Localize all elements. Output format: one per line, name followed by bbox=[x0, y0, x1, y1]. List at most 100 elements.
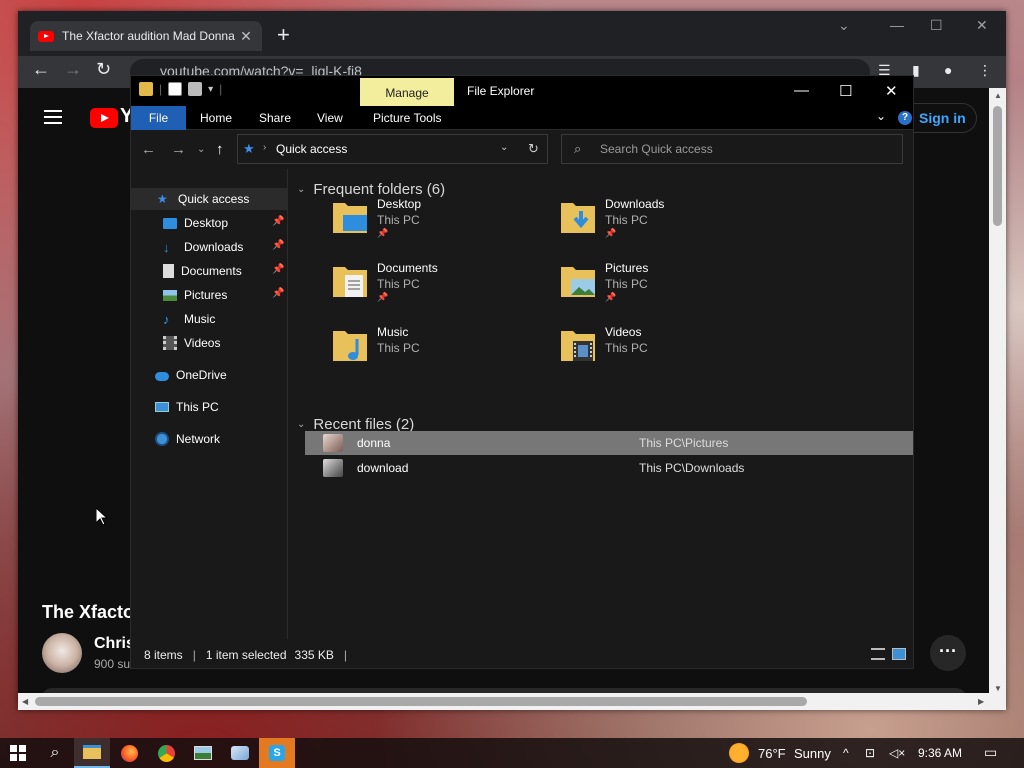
forward-icon[interactable]: → bbox=[64, 59, 82, 80]
nav-pictures[interactable]: Pictures bbox=[163, 284, 227, 306]
nav-documents[interactable]: Documents bbox=[163, 260, 242, 282]
chrome-taskbar-icon[interactable] bbox=[148, 738, 184, 768]
scroll-right-icon[interactable]: ▶ bbox=[978, 697, 984, 706]
more-actions-button[interactable]: ··· bbox=[930, 635, 966, 671]
search-input[interactable] bbox=[600, 142, 890, 156]
new-folder-icon[interactable] bbox=[188, 82, 203, 96]
pin-icon: 📌 bbox=[272, 264, 285, 275]
chrome-menu-icon[interactable]: ⋮ bbox=[978, 62, 992, 79]
vertical-scroll-thumb[interactable] bbox=[993, 106, 1002, 226]
close-button[interactable]: ✕ bbox=[976, 17, 988, 34]
content-pane: ⌄ Frequent folders (6) Desktop This PC 📌… bbox=[289, 169, 913, 639]
nav-this-pc[interactable]: This PC bbox=[155, 396, 219, 418]
address-bar[interactable]: ★ › Quick access ⌄ ↻ bbox=[237, 134, 548, 164]
network-icon[interactable]: ⊡ bbox=[865, 746, 875, 760]
folder-tile-music[interactable]: Music This PC bbox=[331, 325, 551, 381]
action-center-icon[interactable]: ▭ bbox=[984, 744, 997, 761]
folder-tile-pictures[interactable]: Pictures This PC 📌 bbox=[559, 261, 779, 317]
channel-avatar[interactable] bbox=[42, 633, 82, 673]
folder-tile-videos[interactable]: Videos This PC bbox=[559, 325, 779, 381]
new-tab-button[interactable]: + bbox=[277, 24, 290, 46]
breadcrumb[interactable]: Quick access bbox=[276, 142, 347, 156]
selection-count: 1 item selected bbox=[205, 647, 287, 662]
folder-tile-desktop[interactable]: Desktop This PC 📌 bbox=[331, 197, 551, 253]
tab-file[interactable]: File bbox=[131, 106, 186, 130]
refresh-icon[interactable]: ↻ bbox=[528, 141, 539, 157]
scroll-up-icon[interactable]: ▲ bbox=[994, 91, 1002, 100]
horizontal-scroll-thumb[interactable] bbox=[35, 697, 807, 706]
up-icon[interactable]: ↑ bbox=[216, 141, 224, 158]
channel-name[interactable]: Chris bbox=[94, 635, 135, 653]
help-icon[interactable]: ? bbox=[898, 111, 912, 125]
details-view-icon[interactable] bbox=[871, 648, 885, 660]
recent-locations-icon[interactable]: ⌄ bbox=[197, 144, 205, 155]
recent-file-row[interactable]: donna This PC\Pictures bbox=[305, 431, 913, 455]
search-taskbar-icon[interactable]: ⌕ bbox=[37, 738, 73, 768]
app-s-taskbar-icon[interactable]: S bbox=[259, 738, 295, 768]
expand-ribbon-icon[interactable]: ⌄ bbox=[876, 109, 886, 123]
frequent-folders-header[interactable]: ⌄ Frequent folders (6) bbox=[297, 181, 445, 198]
nav-videos[interactable]: Videos bbox=[163, 332, 220, 354]
collapse-chevron-icon[interactable]: ⌄ bbox=[297, 419, 305, 430]
breadcrumb-chevron-icon[interactable]: › bbox=[263, 142, 266, 153]
tab-share[interactable]: Share bbox=[259, 106, 291, 130]
file-explorer-taskbar-icon[interactable] bbox=[74, 738, 110, 768]
maximize-button[interactable]: ☐ bbox=[839, 82, 852, 100]
tab-home[interactable]: Home bbox=[200, 106, 232, 130]
nav-network[interactable]: Network bbox=[155, 428, 220, 450]
photos-taskbar-icon[interactable] bbox=[185, 738, 221, 768]
large-icons-view-icon[interactable] bbox=[892, 648, 906, 660]
forward-icon[interactable]: → bbox=[171, 141, 186, 158]
collapse-chevron-icon[interactable]: ⌄ bbox=[297, 184, 305, 195]
folder-location: This PC bbox=[605, 277, 648, 291]
address-dropdown-icon[interactable]: ⌄ bbox=[500, 142, 508, 153]
browser-tab[interactable]: The Xfactor audition Mad Donna ✕ bbox=[30, 21, 262, 51]
profile-icon[interactable]: ● bbox=[944, 62, 952, 78]
paint-taskbar-icon[interactable] bbox=[222, 738, 258, 768]
maximize-button[interactable]: ☐ bbox=[930, 17, 943, 34]
reload-icon[interactable]: ↻ bbox=[96, 59, 111, 80]
weather-sun-icon[interactable] bbox=[729, 743, 749, 763]
scroll-down-icon[interactable]: ▼ bbox=[994, 684, 1002, 693]
nav-label: OneDrive bbox=[176, 368, 227, 382]
nav-label: This PC bbox=[176, 400, 219, 414]
tab-close-icon[interactable]: ✕ bbox=[238, 28, 254, 45]
customize-toolbar-icon[interactable]: ▾ bbox=[208, 84, 213, 95]
tab-view[interactable]: View bbox=[317, 106, 343, 130]
search-box[interactable]: ⌕ bbox=[561, 134, 903, 164]
subscriber-count: 900 su bbox=[94, 657, 131, 671]
weather-condition[interactable]: Sunny bbox=[794, 746, 831, 761]
start-button[interactable] bbox=[0, 738, 36, 768]
nav-quick-access[interactable]: ★ Quick access bbox=[131, 188, 288, 210]
show-hidden-icons-icon[interactable]: ^ bbox=[843, 746, 849, 760]
tab-search-chevron-icon[interactable]: ⌄ bbox=[838, 17, 850, 34]
minimize-button[interactable]: — bbox=[794, 82, 809, 99]
quick-access-toolbar: | ▾ | bbox=[139, 82, 222, 96]
clock-time[interactable]: 9:36 AM bbox=[918, 746, 962, 760]
folder-icon bbox=[139, 82, 153, 96]
scroll-left-icon[interactable]: ◀ bbox=[22, 697, 28, 706]
vertical-scrollbar[interactable]: ▲ ▼ bbox=[989, 88, 1006, 696]
firefox-taskbar-icon[interactable] bbox=[111, 738, 147, 768]
recent-file-row[interactable]: download This PC\Downloads bbox=[305, 456, 913, 480]
folder-tile-downloads[interactable]: Downloads This PC 📌 bbox=[559, 197, 779, 253]
item-count: 8 items bbox=[144, 647, 183, 662]
back-icon[interactable]: ← bbox=[141, 141, 156, 158]
manage-tab[interactable]: Manage bbox=[360, 78, 454, 106]
youtube-logo-icon[interactable] bbox=[90, 108, 118, 128]
nav-music[interactable]: ♪ Music bbox=[163, 308, 215, 330]
nav-desktop[interactable]: Desktop bbox=[163, 212, 228, 234]
minimize-button[interactable]: — bbox=[890, 17, 904, 33]
properties-icon[interactable] bbox=[168, 82, 183, 96]
weather-temperature[interactable]: 76°F bbox=[758, 746, 786, 761]
volume-muted-icon[interactable]: ◁× bbox=[889, 746, 905, 760]
tab-picture-tools[interactable]: Picture Tools bbox=[373, 106, 441, 130]
close-button[interactable]: ✕ bbox=[885, 82, 898, 100]
back-icon[interactable]: ← bbox=[32, 59, 50, 80]
nav-downloads[interactable]: ↓ Downloads bbox=[163, 236, 243, 258]
hamburger-menu-icon[interactable] bbox=[44, 110, 62, 124]
folder-tile-documents[interactable]: Documents This PC 📌 bbox=[331, 261, 551, 317]
nav-onedrive[interactable]: OneDrive bbox=[155, 364, 227, 386]
image-thumbnail bbox=[323, 459, 343, 477]
horizontal-scrollbar[interactable]: ◀ ▶ bbox=[18, 693, 1006, 710]
